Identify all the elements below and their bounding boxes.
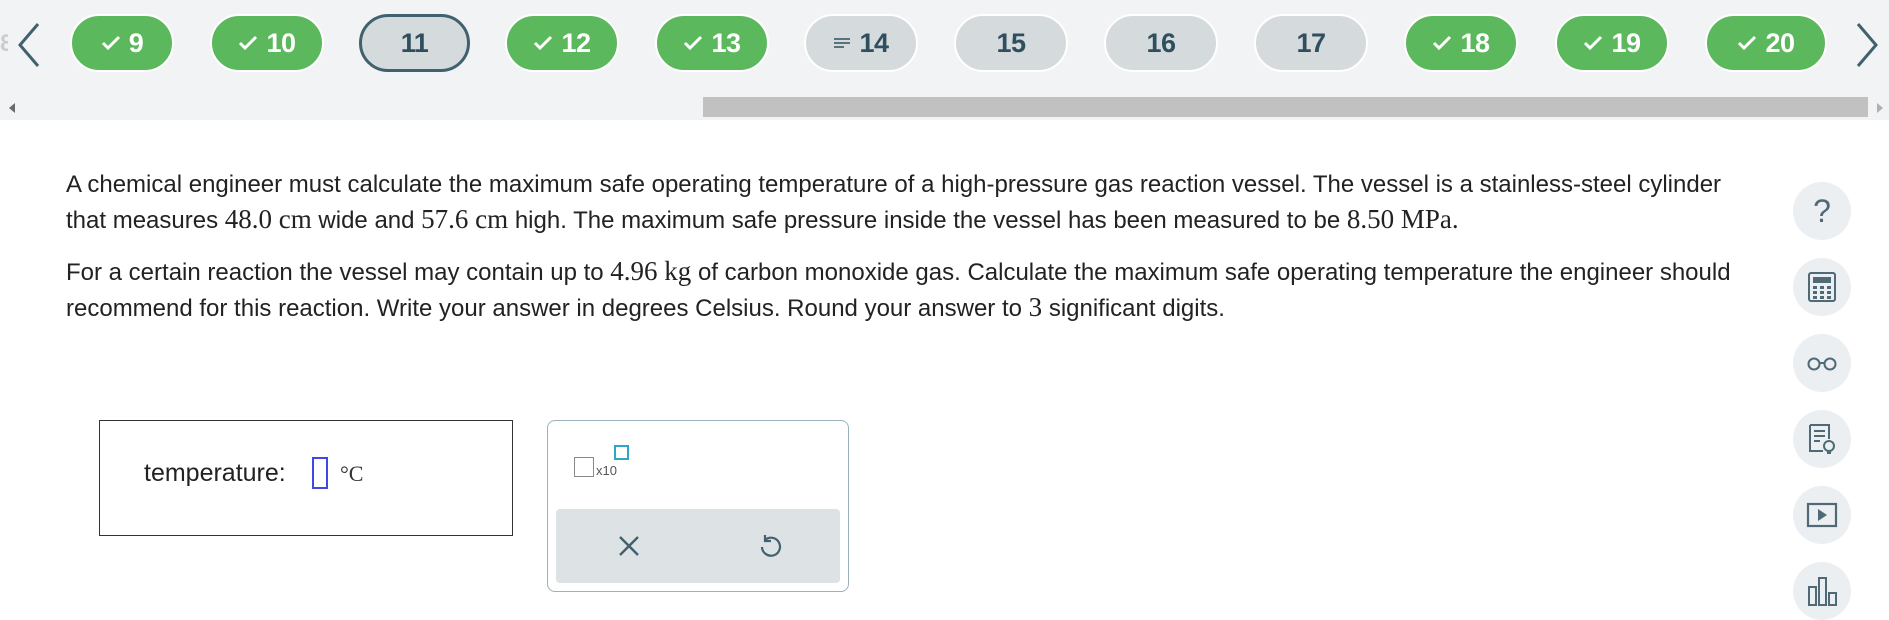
question-pill-15[interactable]: 15 xyxy=(954,14,1068,72)
text-segment: For a certain reaction the vessel may co… xyxy=(66,259,611,286)
answer-unit: °C xyxy=(340,461,364,486)
nav-scrollbar-thumb[interactable] xyxy=(703,97,1868,117)
data-chart-button[interactable] xyxy=(1793,562,1851,620)
question-number: 17 xyxy=(1296,27,1326,58)
question-number: 19 xyxy=(1611,27,1641,58)
notes-button[interactable] xyxy=(1793,410,1851,468)
next-arrow-button[interactable] xyxy=(1852,22,1882,68)
question-paragraph-1: A chemical engineer must calculate the m… xyxy=(66,168,1746,238)
math-tools-panel: x10 xyxy=(547,420,849,592)
answer-box: temperature: °C xyxy=(99,420,513,536)
question-number: 11 xyxy=(400,27,429,58)
temperature-input[interactable] xyxy=(312,457,328,489)
question-pill-16[interactable]: 16 xyxy=(1104,14,1218,72)
close-icon xyxy=(619,536,639,556)
check-icon xyxy=(683,35,703,51)
video-icon xyxy=(1806,502,1838,528)
notes-icon xyxy=(1809,424,1835,454)
question-number: 16 xyxy=(1146,27,1176,58)
text-segment: high. The maximum safe pressure inside t… xyxy=(508,207,1347,234)
exponent-box-icon xyxy=(614,445,629,460)
mass-value: 4.96 kg xyxy=(610,256,692,286)
base-box-icon xyxy=(574,457,594,477)
scientific-notation-button[interactable]: x10 xyxy=(574,443,644,483)
sig-digits-value: 3 xyxy=(1028,292,1043,322)
question-number: 12 xyxy=(561,27,591,58)
height-value: 57.6 cm xyxy=(421,204,509,234)
undo-button[interactable] xyxy=(754,529,788,563)
chart-icon xyxy=(1808,577,1837,606)
partial-lines-icon xyxy=(833,36,851,50)
question-number: 14 xyxy=(859,27,889,58)
question-pill-10[interactable]: 10 xyxy=(210,14,324,72)
triangle-left-icon xyxy=(9,103,15,113)
previous-arrow-button[interactable] xyxy=(14,22,44,68)
question-text: A chemical engineer must calculate the m… xyxy=(66,168,1746,326)
question-pill-20[interactable]: 20 xyxy=(1705,14,1827,72)
triangle-right-icon xyxy=(1877,103,1883,113)
answer-label: temperature: xyxy=(144,459,286,487)
check-icon xyxy=(1432,35,1452,51)
text-segment: wide and xyxy=(311,207,422,234)
scroll-left-arrow[interactable] xyxy=(6,101,18,115)
check-icon xyxy=(1583,35,1603,51)
check-icon xyxy=(101,35,121,51)
question-pill-19[interactable]: 19 xyxy=(1555,14,1669,72)
calculator-icon xyxy=(1808,272,1836,302)
reading-glasses-button[interactable] xyxy=(1793,334,1851,392)
calculator-button[interactable] xyxy=(1793,258,1851,316)
glasses-icon xyxy=(1807,357,1837,371)
check-icon xyxy=(1737,35,1757,51)
question-pill-9[interactable]: 9 xyxy=(70,14,174,72)
width-value: 48.0 cm xyxy=(224,204,312,234)
question-pill-12[interactable]: 12 xyxy=(505,14,619,72)
question-pill-18[interactable]: 18 xyxy=(1404,14,1518,72)
question-pill-14[interactable]: 14 xyxy=(804,14,918,72)
help-icon: ? xyxy=(1813,192,1831,229)
tools-actions-bar xyxy=(556,509,840,583)
undo-icon xyxy=(760,535,782,557)
partial-previous-number: 8 xyxy=(0,30,8,57)
video-button[interactable] xyxy=(1793,486,1851,544)
scroll-right-arrow[interactable] xyxy=(1874,101,1886,115)
question-pill-13[interactable]: 13 xyxy=(655,14,769,72)
help-button[interactable]: ? xyxy=(1793,182,1851,240)
x10-label: x10 xyxy=(596,463,617,478)
chevron-right-icon xyxy=(1856,23,1878,67)
text-segment: significant digits. xyxy=(1042,295,1225,322)
question-pill-17[interactable]: 17 xyxy=(1254,14,1368,72)
clear-button[interactable] xyxy=(612,529,646,563)
chevron-left-icon xyxy=(18,23,40,67)
check-icon xyxy=(238,35,258,51)
question-number: 15 xyxy=(996,27,1026,58)
question-paragraph-2: For a certain reaction the vessel may co… xyxy=(66,254,1746,326)
question-pill-11[interactable]: 11 xyxy=(359,14,470,72)
text-segment: . xyxy=(1451,204,1459,234)
question-number: 20 xyxy=(1765,27,1795,58)
question-number: 10 xyxy=(266,27,296,58)
pressure-value: 8.50 MPa xyxy=(1346,204,1452,234)
check-icon xyxy=(533,35,553,51)
question-number: 18 xyxy=(1460,27,1490,58)
question-number: 9 xyxy=(128,27,144,58)
question-number: 13 xyxy=(711,27,741,58)
